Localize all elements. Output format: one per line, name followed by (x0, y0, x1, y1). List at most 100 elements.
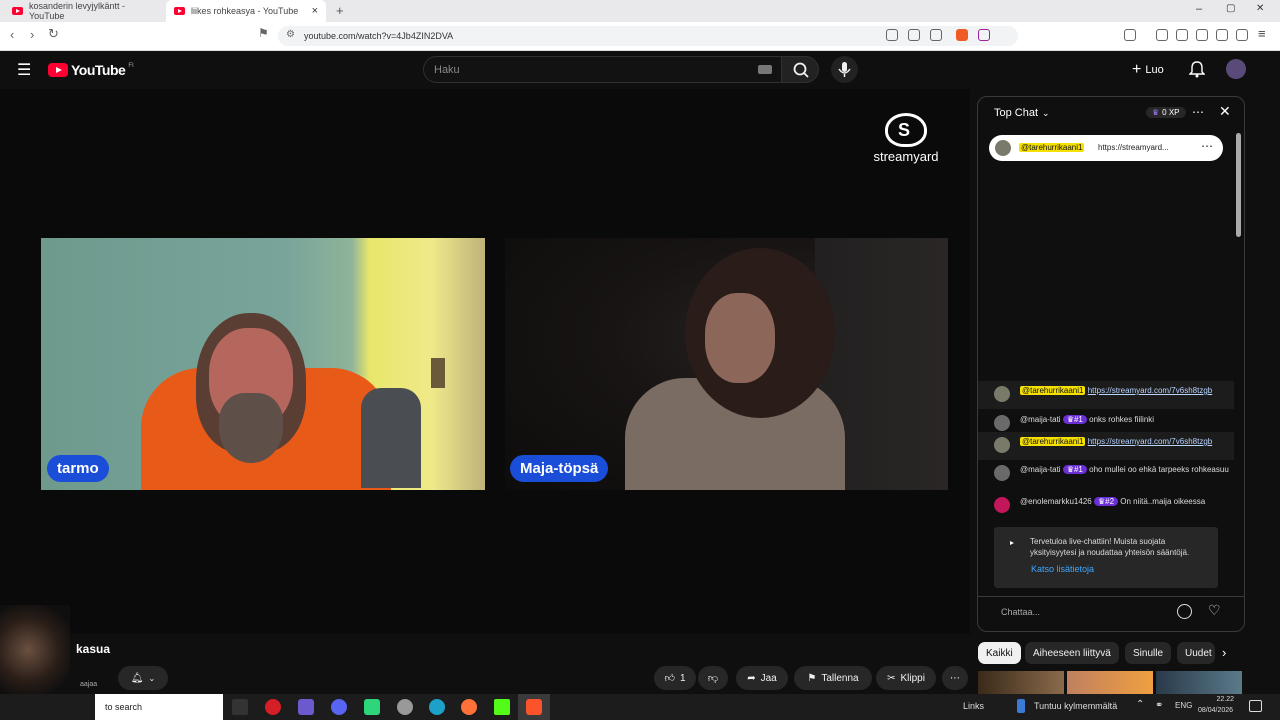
chat-link[interactable]: https://streamyard.com/7v6sh8tzgb (1088, 437, 1213, 446)
reload-icon[interactable]: ↻ (48, 26, 59, 42)
xp-badge[interactable]: ♛ 0 XP (1146, 107, 1186, 118)
dislike-button[interactable]: 👎︎ (698, 666, 728, 690)
browser-tab-strip: kosanderin levyjylkäntt - YouTube liikes… (0, 0, 1280, 22)
back-icon[interactable]: ‹ (10, 27, 14, 42)
recommended-thumbnail[interactable] (978, 671, 1064, 694)
music-icon[interactable] (1156, 29, 1168, 41)
member-badge: ♛#1 (1062, 415, 1087, 424)
network-icon[interactable]: ⚭ (1155, 700, 1163, 711)
subscription-bell-button[interactable]: 🔔︎ ⌄ (118, 666, 168, 690)
menu-icon[interactable]: ≡ (1258, 26, 1266, 41)
clock-date[interactable]: 08/04/2026 (1198, 707, 1233, 714)
avatar (994, 386, 1010, 402)
brave-shield-icon[interactable] (956, 29, 968, 41)
more-options-icon[interactable]: ⋯ (1192, 105, 1204, 119)
learn-more-link[interactable]: Katso lisätietoja (1031, 564, 1094, 574)
clock-time[interactable]: 22.22 (1200, 696, 1234, 703)
create-button[interactable]: + Luo (1132, 61, 1164, 79)
save-button[interactable]: ⚑ Tallenna (794, 666, 872, 690)
close-window-button[interactable]: ✕ (1256, 3, 1264, 14)
more-actions-button[interactable]: ⋯ (942, 666, 968, 690)
edge-icon[interactable] (429, 699, 445, 715)
browser-tab-1[interactable]: kosanderin levyjylkäntt - YouTube (4, 0, 164, 22)
leo-icon[interactable] (1216, 29, 1228, 41)
cast-icon[interactable] (908, 29, 920, 41)
chat-message[interactable]: @maija-tati ♛#1 onks rohkes fiilinki (994, 414, 1234, 431)
chevron-up-icon[interactable]: ⌃ (1136, 699, 1144, 710)
chip-for-you[interactable]: Sinulle (1125, 642, 1172, 664)
clip-button[interactable]: ✂ Klippi (876, 666, 936, 690)
youtube-logo-text: YouTube (71, 62, 126, 78)
new-tab-button[interactable]: + (336, 3, 344, 18)
chat-message[interactable]: @tarehurrikaani1 https://streamyard.com/… (994, 436, 1234, 453)
pinned-message[interactable]: @tarehurrikaani1 https://streamyard... ⋯ (989, 135, 1223, 161)
tab-title: kosanderin levyjylkäntt - YouTube (29, 1, 126, 21)
person-face (705, 293, 775, 383)
notifications-bell-icon[interactable] (1189, 61, 1205, 78)
close-chat-icon[interactable]: ✕ (1219, 103, 1231, 120)
forward-icon[interactable]: › (30, 27, 34, 42)
keyboard-icon[interactable] (758, 65, 772, 74)
like-button[interactable]: 👍︎ 1 (654, 666, 696, 690)
pinned-user: @tarehurrikaani1 (1019, 143, 1085, 152)
kick-icon[interactable] (494, 699, 510, 715)
more-options-icon[interactable]: ⋯ (1201, 139, 1213, 153)
chat-message[interactable]: @tarehurrikaani1 https://streamyard.com/… (994, 385, 1234, 402)
heart-icon[interactable]: ♡ (1208, 602, 1221, 619)
site-info-icon[interactable]: ⚙ (286, 29, 295, 40)
close-tab-icon[interactable]: × (312, 5, 318, 17)
chevron-right-icon[interactable]: › (1222, 645, 1226, 660)
share-icon[interactable] (930, 29, 942, 41)
address-bar[interactable]: ⚙ youtube.com/watch?v=4Jb4ZIN2DVA (278, 26, 1018, 46)
vpn-icon[interactable] (1236, 29, 1248, 41)
share-button[interactable]: ➦ Jaa (736, 666, 788, 690)
chat-message[interactable]: @enolemarkku1426 ♛#2 On niitä..maija oik… (994, 496, 1234, 513)
sidebar-icon[interactable] (1176, 29, 1188, 41)
task-view-icon[interactable] (232, 699, 248, 715)
minimize-button[interactable]: – (1196, 3, 1202, 15)
wallet-icon[interactable] (1196, 29, 1208, 41)
chat-text: On niitä..maija oikeessa (1120, 497, 1206, 506)
active-app-highlight[interactable] (518, 694, 550, 720)
video-player[interactable]: S streamyard tarmo Maja-töpsä (0, 89, 970, 634)
chip-new[interactable]: Uudet (1177, 642, 1215, 664)
translate-icon[interactable] (886, 29, 898, 41)
chat-input[interactable]: Chattaa... (1001, 607, 1040, 617)
hamburger-menu-icon[interactable]: ☰ (17, 60, 31, 80)
youtube-logo[interactable]: YouTube FI (48, 62, 134, 78)
person-beard (219, 393, 283, 463)
links-toolbar[interactable]: Links (963, 701, 984, 711)
chat-link[interactable]: https://streamyard.com/7v6sh8tzgb (1088, 386, 1213, 395)
avatar[interactable] (1226, 59, 1246, 79)
extension-icon-1[interactable] (1124, 29, 1136, 41)
recommended-thumbnail[interactable] (1156, 671, 1242, 694)
firefox-icon[interactable] (461, 699, 477, 715)
app-icon[interactable] (364, 699, 380, 715)
browser-toolbar: ‹ › ↻ ⚑ ⚙ youtube.com/watch?v=4Jb4ZIN2DV… (0, 22, 1280, 51)
opera-icon[interactable] (265, 699, 281, 715)
chat-title: Top Chat (994, 107, 1039, 119)
maximize-button[interactable]: ▢ (1226, 3, 1235, 14)
voice-search-button[interactable] (831, 56, 858, 83)
camera-feed-tarmo (41, 238, 485, 490)
notification-center-icon[interactable] (1249, 700, 1262, 712)
chat-message[interactable]: @maija-tati ♛#1 oho mullei oo ehkä tarpe… (994, 464, 1234, 481)
member-badge: ♛#2 (1093, 497, 1119, 506)
search-button[interactable] (781, 56, 819, 83)
emoji-icon[interactable] (1177, 604, 1192, 619)
app-icon[interactable] (397, 699, 413, 715)
language-indicator[interactable]: ENG (1175, 701, 1192, 710)
weather-text[interactable]: Tuntuu kylmemmältä (1034, 701, 1117, 711)
bookmark-icon[interactable]: ⚑ (258, 26, 269, 40)
browser-tab-2[interactable]: liikes rohkeasya - YouTube × (166, 0, 326, 22)
recommended-thumbnail[interactable] (1067, 671, 1153, 694)
rewards-icon[interactable] (978, 29, 990, 41)
taskbar-search[interactable]: to search (95, 694, 223, 720)
app-icon[interactable] (298, 699, 314, 715)
chat-scrollbar[interactable] (1236, 133, 1241, 237)
chip-related[interactable]: Aiheeseen liittyvä (1025, 642, 1119, 664)
discord-icon[interactable] (331, 699, 347, 715)
chat-mode-selector[interactable]: Top Chat ⌄ (994, 107, 1050, 119)
chip-all[interactable]: Kaikki (978, 642, 1021, 664)
search-input[interactable]: Haku (423, 56, 785, 83)
